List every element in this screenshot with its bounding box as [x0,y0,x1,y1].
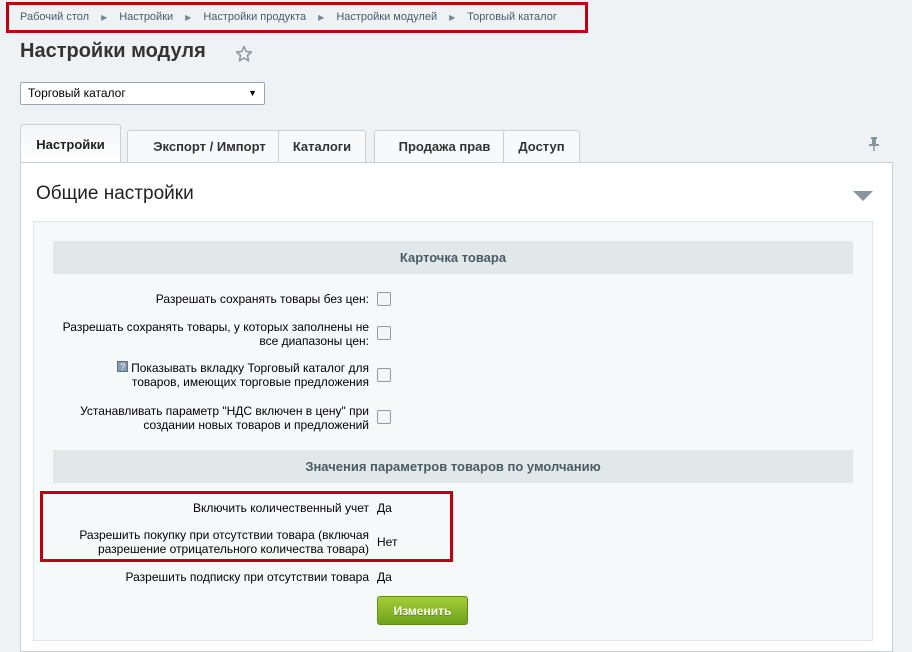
help-icon[interactable]: ? [117,361,129,372]
default-label-quantity-tracking: Включить количественный учет [193,501,369,515]
checkbox-save-partial-ranges[interactable] [377,326,391,340]
breadcrumb: Рабочий стол ▶ Настройки ▶ Настройки про… [8,5,569,29]
module-select[interactable]: Торговый каталог ▼ [20,82,265,105]
default-value-allow-subscription: Да [377,570,392,584]
change-button[interactable]: Изменить [377,596,468,625]
default-label-allow-purchase: Разрешить покупку при отсутствии товара … [79,528,369,556]
option-label-save-without-prices: Разрешать сохранять товары без цен: [155,292,369,306]
option-label-vat-included: Устанавливать параметр "НДС включен в це… [80,404,369,432]
tab-access[interactable]: Доступ [503,130,580,162]
option-label-save-partial-ranges: Разрешать сохранять товары, у которых за… [62,320,369,348]
tab-settings[interactable]: Настройки [20,124,121,163]
breadcrumb-item-product-settings[interactable]: Настройки продукта [191,11,318,23]
tab-rights-sale[interactable]: Продажа прав [374,130,515,162]
breadcrumb-item-catalog[interactable]: Торговый каталог [455,11,569,23]
breadcrumb-item-module-settings[interactable]: Настройки модулей [324,11,449,23]
star-icon[interactable] [235,45,253,63]
option-label-show-catalog-tab-text: Показывать вкладку Торговый каталог для … [131,361,369,389]
collapse-arrow-icon[interactable] [852,190,874,202]
chevron-down-icon: ▼ [248,88,257,98]
checkbox-save-without-prices[interactable] [377,292,391,306]
tab-catalogs[interactable]: Каталоги [278,130,366,162]
checkbox-show-catalog-tab[interactable] [377,368,391,382]
page-title: Настройки модуля [20,40,206,62]
tab-export-import[interactable]: Экспорт / Импорт [127,130,292,162]
breadcrumb-item-desktop[interactable]: Рабочий стол [8,11,101,23]
pin-icon[interactable] [866,136,882,152]
default-value-allow-purchase: Нет [377,535,398,549]
section-title: Общие настройки [36,183,194,204]
section-heading-defaults: Значения параметров товаров по умолчанию [53,450,853,483]
default-label-allow-subscription: Разрешить подписку при отсутствии товара [125,570,370,584]
module-select-value: Торговый каталог [28,86,126,100]
breadcrumb-item-settings[interactable]: Настройки [107,11,185,23]
option-label-show-catalog-tab: ? Показывать вкладку Торговый каталог для… [79,361,369,389]
default-value-quantity-tracking: Да [377,501,392,515]
checkbox-vat-included[interactable] [377,410,391,424]
section-heading-product-card: Карточка товара [53,241,853,274]
